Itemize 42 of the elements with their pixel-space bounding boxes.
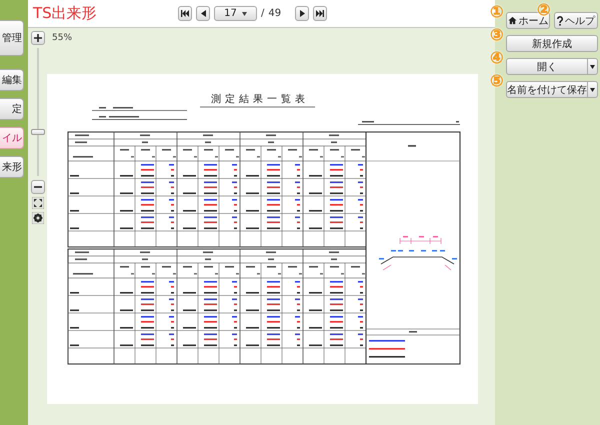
slider-thumb[interactable]: [30, 128, 44, 135]
sidebar-button[interactable]: 管理: [0, 20, 24, 56]
minus-icon: [34, 186, 42, 188]
first-page-button[interactable]: [178, 6, 192, 21]
callout-number: ⑤: [490, 73, 504, 89]
callout-number: ④: [490, 50, 504, 66]
plus-icon: [34, 34, 42, 42]
caret-icon: [590, 64, 595, 68]
zoom-out-button[interactable]: [30, 180, 44, 194]
first-page-icon: [181, 10, 189, 17]
callout-number: ③: [490, 27, 504, 43]
question-icon: [557, 16, 563, 26]
action-button[interactable]: 名前を付けて保存: [506, 81, 588, 98]
last-page-icon: [316, 10, 324, 17]
zoom-slider[interactable]: [30, 48, 44, 176]
action-button[interactable]: 新規作成: [506, 35, 598, 52]
next-page-button[interactable]: [295, 6, 310, 21]
action-button[interactable]: 開く: [506, 58, 588, 75]
sidebar-button[interactable]: 定: [0, 98, 24, 120]
help-button[interactable]: ヘルプ: [554, 12, 598, 29]
sidebar-button[interactable]: 編集: [0, 69, 24, 91]
zoom-level-label: 55%: [52, 33, 74, 43]
caret-icon: [590, 88, 595, 92]
caret-icon: [242, 12, 247, 16]
page-total: 49: [268, 8, 282, 19]
page-separator: /: [261, 8, 264, 19]
dropdown-button[interactable]: [588, 58, 598, 75]
home-icon: [508, 16, 516, 25]
dropdown-button[interactable]: [588, 81, 598, 98]
zoom-in-button[interactable]: [30, 31, 44, 45]
app-title: TS出来形: [33, 4, 98, 23]
page-dropdown[interactable]: 17: [214, 6, 257, 21]
fit-page-icon[interactable]: [32, 197, 44, 209]
right-triangle-icon: [300, 10, 305, 17]
previous-page-button[interactable]: [196, 6, 210, 21]
document-title: 測定結果一覧表: [211, 94, 309, 105]
sidebar-button[interactable]: 来形: [0, 156, 24, 178]
left-triangle-icon: [200, 10, 206, 17]
callout-number: ①: [490, 4, 504, 20]
last-page-button[interactable]: [313, 6, 328, 21]
sidebar-button[interactable]: イル: [0, 127, 24, 149]
settings-icon[interactable]: [32, 212, 44, 224]
